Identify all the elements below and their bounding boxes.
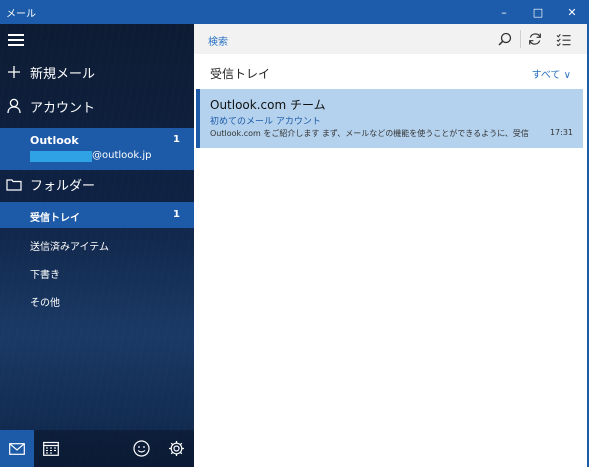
accounts-button[interactable]: アカウント bbox=[0, 94, 194, 118]
account-name: Outlook bbox=[30, 134, 79, 147]
minimize-button[interactable]: – bbox=[487, 0, 521, 24]
account-outlook[interactable]: Outlook 1 @outlook.jp bbox=[0, 128, 194, 170]
title-bar: メール – □ ✕ bbox=[0, 0, 589, 24]
close-button[interactable]: ✕ bbox=[555, 0, 589, 24]
search-icon bbox=[498, 32, 512, 46]
folder-inbox-label: 受信トレイ bbox=[30, 213, 80, 224]
mail-nav-button[interactable] bbox=[0, 430, 34, 467]
message-time: 17:31 bbox=[549, 128, 573, 137]
sidebar: 新規メール アカウント Outlook 1 @outlook.jp フォルダー … bbox=[0, 24, 194, 467]
account-email: @outlook.jp bbox=[92, 150, 152, 161]
person-icon bbox=[7, 98, 21, 114]
folder-drafts[interactable]: 下書き bbox=[30, 266, 60, 281]
message-subject: 初めてのメール アカウント bbox=[210, 117, 321, 127]
folder-more[interactable]: その他 bbox=[30, 294, 60, 309]
settings-button[interactable] bbox=[161, 430, 191, 467]
unread-indicator bbox=[196, 89, 200, 148]
maximize-button[interactable]: □ bbox=[521, 0, 555, 24]
search-bar[interactable]: 検索 bbox=[194, 24, 589, 54]
folders-button[interactable]: フォルダー bbox=[0, 172, 194, 196]
folder-inbox[interactable]: 受信トレイ 1 bbox=[0, 202, 194, 228]
accounts-label: アカウント bbox=[30, 100, 96, 116]
mail-icon bbox=[9, 442, 25, 455]
folders-label: フォルダー bbox=[30, 178, 96, 194]
checklist-icon bbox=[556, 33, 570, 46]
sync-button[interactable] bbox=[524, 29, 546, 49]
folder-title: 受信トレイ bbox=[210, 67, 271, 81]
folder-sent-items[interactable]: 送信済みアイテム bbox=[30, 238, 109, 253]
app-title: メール bbox=[6, 9, 36, 20]
sync-icon bbox=[529, 33, 541, 45]
select-mode-button[interactable] bbox=[552, 29, 574, 49]
new-mail-label: 新規メール bbox=[30, 66, 96, 82]
calendar-icon bbox=[43, 441, 59, 456]
calendar-nav-button[interactable] bbox=[36, 430, 66, 467]
blank-patch bbox=[290, 236, 326, 250]
message-sender: Outlook.com チーム bbox=[210, 98, 326, 112]
toolbar-divider bbox=[520, 30, 521, 48]
new-mail-button[interactable]: 新規メール bbox=[0, 60, 194, 84]
plus-icon bbox=[8, 66, 20, 78]
gear-icon bbox=[168, 441, 184, 456]
filter-dropdown[interactable]: すべて ∨ bbox=[532, 66, 571, 81]
message-item[interactable]: Outlook.com チーム 初めてのメール アカウント Outlook.co… bbox=[196, 89, 583, 148]
message-list-pane: 検索 受信トレイ すべて ∨ Outlook.com チーム 初めてのメール ア… bbox=[194, 24, 589, 467]
hamburger-menu-icon[interactable] bbox=[8, 34, 24, 46]
smiley-icon bbox=[132, 440, 150, 457]
bottom-nav-bar bbox=[0, 430, 194, 467]
account-unread-count: 1 bbox=[173, 134, 180, 145]
search-button[interactable] bbox=[494, 29, 516, 49]
message-preview: Outlook.com をご紹介します まず、メールなどの機能を使うことができる… bbox=[210, 129, 530, 138]
folder-icon bbox=[6, 178, 22, 191]
search-input[interactable]: 検索 bbox=[208, 33, 228, 48]
folder-inbox-count: 1 bbox=[173, 209, 180, 220]
feedback-button[interactable] bbox=[126, 430, 156, 467]
redacted-email bbox=[30, 151, 92, 162]
